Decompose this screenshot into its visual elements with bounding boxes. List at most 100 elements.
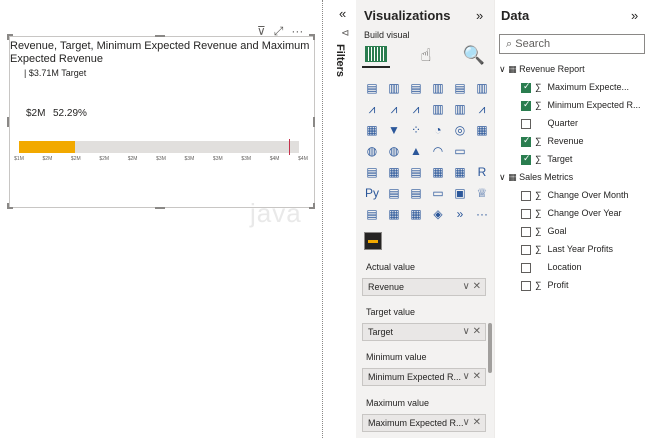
build-visual-tab[interactable] xyxy=(362,42,390,68)
metrics-icon[interactable]: ▦ xyxy=(408,206,424,222)
field-checkbox[interactable] xyxy=(521,99,531,111)
matrix-icon[interactable]: ▦ xyxy=(452,164,468,180)
well-label-target: Target value xyxy=(366,307,416,317)
well-label-maximum: Maximum value xyxy=(366,398,430,408)
well-minimum-value[interactable]: Minimum Expected R... ∨ ✕ xyxy=(362,368,486,386)
ribbon-icon[interactable]: ▥ xyxy=(452,101,468,117)
field-row[interactable]: Location xyxy=(521,262,582,273)
field-checkbox[interactable] xyxy=(521,226,531,237)
resize-handle[interactable] xyxy=(7,203,9,209)
table-node[interactable]: ∨ ▦ Revenue Report xyxy=(499,64,585,75)
field-checkbox[interactable] xyxy=(521,81,531,93)
expand-chevron-icon[interactable]: » xyxy=(476,8,483,23)
expand-chevron-icon[interactable]: » xyxy=(631,8,638,23)
power-automate-icon[interactable]: ▦ xyxy=(386,206,402,222)
field-row[interactable]: ∑ Maximum Expecte... xyxy=(521,81,629,93)
area-chart-icon[interactable]: ⩘ xyxy=(386,101,402,117)
field-row[interactable]: ∑ Change Over Month xyxy=(521,190,629,201)
slicer-icon[interactable]: ▤ xyxy=(408,164,424,180)
stacked-bar-100-icon[interactable]: ▤ xyxy=(408,80,424,96)
well-target-value[interactable]: Target ∨ ✕ xyxy=(362,323,486,341)
collapse-chevron-icon[interactable]: « xyxy=(339,6,346,21)
treemap-icon[interactable]: ▦ xyxy=(474,122,490,138)
power-bi-visual-icon[interactable]: ◈ xyxy=(430,206,446,222)
azure-map-icon[interactable]: ▲ xyxy=(408,143,424,159)
stacked-area-icon[interactable]: ⩘ xyxy=(408,101,424,117)
gauge-icon[interactable]: ◠ xyxy=(430,143,446,159)
field-row[interactable]: ∑ Target xyxy=(521,153,572,165)
chevron-down-icon[interactable]: ∨ xyxy=(499,64,508,74)
field-row[interactable]: ∑ Change Over Year xyxy=(521,208,622,219)
well-actual-value[interactable]: Revenue ∨ ✕ xyxy=(362,278,486,296)
well-controls[interactable]: ∨ ✕ xyxy=(463,417,481,428)
format-visual-icon[interactable]: ☝ xyxy=(412,42,440,68)
resize-handle[interactable] xyxy=(313,34,315,40)
resize-handle[interactable] xyxy=(7,34,9,40)
resize-handle[interactable] xyxy=(155,207,165,209)
field-checkbox[interactable] xyxy=(521,153,531,165)
field-checkbox[interactable] xyxy=(521,135,531,147)
field-row[interactable]: ∑ Profit xyxy=(521,280,569,291)
chevron-down-icon[interactable]: ∨ xyxy=(499,172,508,182)
multirow-card-icon[interactable]: ▤ xyxy=(364,164,380,180)
well-maximum-value[interactable]: Maximum Expected R... ∨ ✕ xyxy=(362,414,486,432)
pane-scrollbar[interactable] xyxy=(488,323,492,373)
decomposition-tree-icon[interactable]: ▤ xyxy=(408,185,424,201)
clustered-column-icon[interactable]: ▥ xyxy=(386,80,402,96)
kpi-icon[interactable]: ▦ xyxy=(386,164,402,180)
field-checkbox[interactable] xyxy=(521,208,531,219)
scatter-dots-icon[interactable]: ⁘ xyxy=(408,122,424,138)
well-controls[interactable]: ∨ ✕ xyxy=(463,281,481,292)
clustered-bar-icon[interactable]: ▤ xyxy=(452,80,468,96)
python-icon[interactable]: Py xyxy=(364,185,380,201)
field-row[interactable]: ∑ Revenue xyxy=(521,135,584,147)
resize-handle[interactable] xyxy=(313,117,315,127)
field-row[interactable]: Quarter xyxy=(521,118,578,129)
resize-handle[interactable] xyxy=(313,203,315,209)
smart-narrative-icon[interactable]: ▣ xyxy=(452,185,468,201)
card-icon[interactable]: ▭ xyxy=(452,143,468,159)
power-apps-icon[interactable]: ▤ xyxy=(364,206,380,222)
more-icon[interactable]: ··· xyxy=(474,206,490,222)
field-checkbox[interactable] xyxy=(521,280,531,291)
waterfall-icon[interactable]: ⩘ xyxy=(474,101,490,117)
filters-label[interactable]: Filters xyxy=(334,44,346,77)
axis-tick-label: $2M xyxy=(70,156,81,162)
field-row[interactable]: ∑ Goal xyxy=(521,226,567,237)
search-input[interactable]: ⌕ Search xyxy=(499,34,645,54)
field-checkbox[interactable] xyxy=(521,118,531,129)
line-chart-icon[interactable]: ⩘ xyxy=(364,101,380,117)
field-row[interactable]: ∑ Last Year Profits xyxy=(521,244,613,255)
table-icon[interactable]: ▦ xyxy=(430,164,446,180)
table-node[interactable]: ∨ ▦ Sales Metrics xyxy=(499,172,573,183)
field-checkbox[interactable] xyxy=(521,244,531,255)
filled-map-icon[interactable]: ◍ xyxy=(386,143,402,159)
pane-divider xyxy=(322,0,323,438)
field-checkbox[interactable] xyxy=(521,190,531,201)
well-controls[interactable]: ∨ ✕ xyxy=(463,326,481,337)
field-checkbox[interactable] xyxy=(521,262,531,273)
pie-icon[interactable]: ◔ xyxy=(430,122,446,138)
paginated-icon[interactable]: ♕ xyxy=(474,185,490,201)
gauge-visual-type-selected[interactable] xyxy=(364,232,382,250)
field-row[interactable]: ∑ Minimum Expected R... xyxy=(521,99,641,111)
column-100-icon[interactable]: ▥ xyxy=(430,80,446,96)
resize-handle[interactable] xyxy=(155,35,165,37)
resize-handle[interactable] xyxy=(7,117,9,127)
analytics-icon[interactable]: 🔍 xyxy=(460,42,488,68)
more-visuals-icon[interactable]: » xyxy=(452,206,468,222)
well-controls[interactable]: ∨ ✕ xyxy=(463,371,481,382)
qa-icon[interactable]: ▭ xyxy=(430,185,446,201)
funnel-icon[interactable]: ▼ xyxy=(386,122,402,138)
r-visual-icon[interactable]: R xyxy=(474,164,490,180)
line-column-icon[interactable]: ▥ xyxy=(430,101,446,117)
filters-pane-collapsed[interactable]: « ⊲ Filters xyxy=(334,0,354,438)
field-name: Revenue xyxy=(545,136,584,146)
stacked-bar-icon[interactable]: ▤ xyxy=(364,80,380,96)
donut-icon[interactable]: ◎ xyxy=(452,122,468,138)
map-icon[interactable]: ◍ xyxy=(364,143,380,159)
key-influencers-icon[interactable]: ▤ xyxy=(386,185,402,201)
stacked-column-icon[interactable]: ▥ xyxy=(474,80,490,96)
scatter-icon[interactable]: ▦ xyxy=(364,122,380,138)
field-name: Goal xyxy=(545,226,567,236)
